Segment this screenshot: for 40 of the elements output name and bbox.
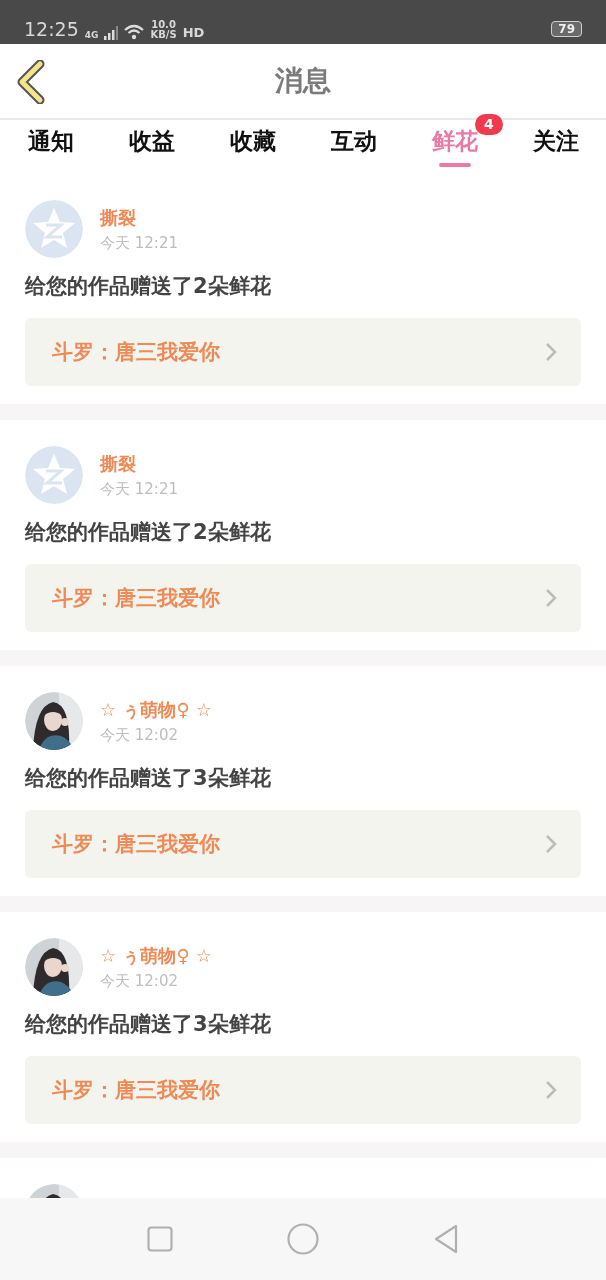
message-text: 给您的作品赠送了2朵鲜花: [25, 519, 272, 546]
chevron-icon: [545, 834, 557, 854]
work-link[interactable]: 斗罗：唐三我爱你: [25, 1056, 581, 1124]
chevron-icon: [545, 342, 557, 362]
chevron-icon: [545, 1080, 557, 1100]
message-time: 今天 12:02: [100, 971, 179, 991]
back-icon[interactable]: [16, 60, 46, 104]
network-type: 4G: [84, 31, 99, 40]
message-time: 今天 12:21: [100, 233, 178, 253]
message-time: 今天 12:21: [100, 479, 178, 499]
default-avatar-icon: [25, 446, 83, 504]
battery-level: 79: [551, 21, 582, 37]
message-time: 今天 12:02: [100, 725, 179, 745]
clock-time: 12:25: [24, 18, 79, 40]
speed-unit: KB/S: [150, 30, 177, 40]
sender-name[interactable]: ☆ ぅ萌物♀ ☆: [100, 943, 212, 968]
speed-value: 10.0: [151, 20, 176, 30]
message-text: 给您的作品赠送了3朵鲜花: [25, 765, 272, 792]
work-link[interactable]: 斗罗：唐三我爱你: [25, 564, 581, 632]
message-text: 给您的作品赠送了3朵鲜花: [25, 1011, 272, 1038]
chevron-icon: [545, 588, 557, 608]
message-text: 给您的作品赠送了2朵鲜花: [25, 273, 272, 300]
home-icon[interactable]: [287, 1223, 319, 1255]
tab-indicator: [438, 162, 471, 167]
work-link[interactable]: 斗罗：唐三我爱你: [25, 810, 581, 878]
hd-label: HD: [182, 26, 205, 40]
tab[interactable]: 收藏: [229, 120, 276, 172]
default-avatar-icon: [25, 200, 83, 258]
tab[interactable]: 互动: [330, 120, 377, 172]
page-title: 消息: [275, 63, 331, 99]
signal-icon: [104, 26, 119, 40]
work-link[interactable]: 斗罗：唐三我爱你: [25, 318, 581, 386]
tab[interactable]: 通知: [27, 120, 74, 172]
sender-name[interactable]: 撕裂: [100, 205, 178, 230]
sender-name[interactable]: 撕裂: [100, 451, 178, 476]
recent-apps-icon[interactable]: [147, 1226, 173, 1252]
sender-name[interactable]: ☆ ぅ萌物♀ ☆: [100, 697, 212, 722]
tab[interactable]: 收益: [128, 120, 175, 172]
tab[interactable]: 关注: [532, 120, 579, 172]
wifi-icon: [124, 24, 145, 40]
